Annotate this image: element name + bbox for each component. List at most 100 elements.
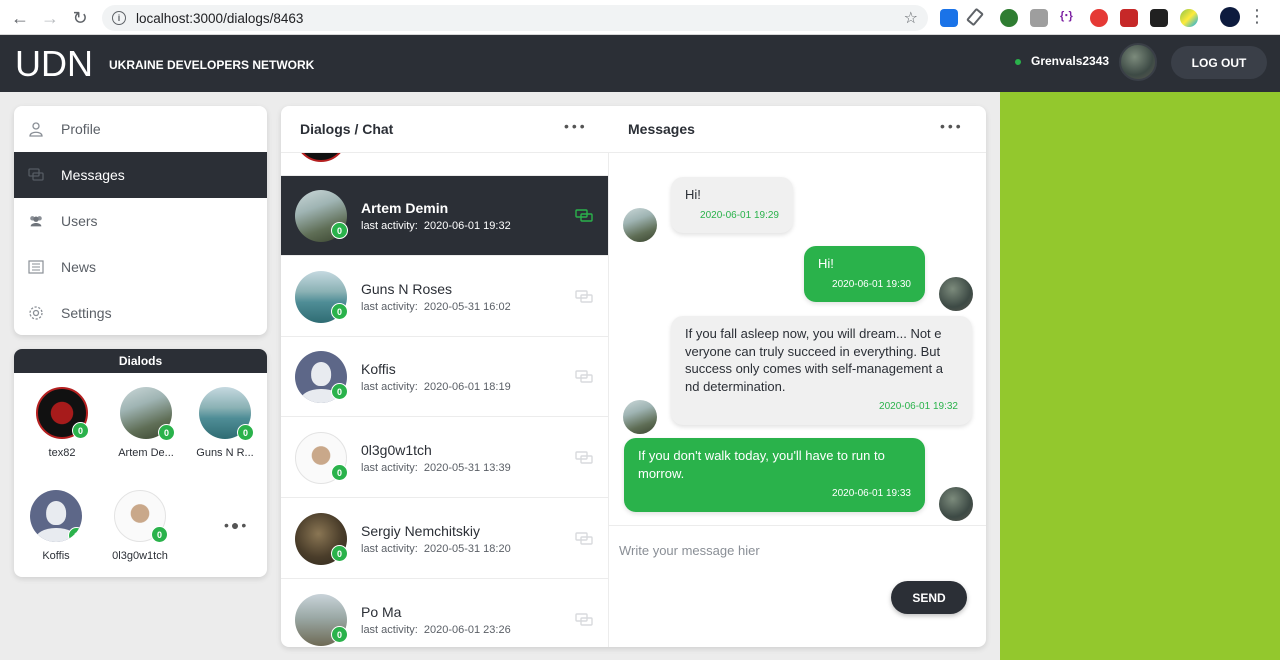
messages-icon bbox=[28, 167, 44, 183]
messages-menu-icon[interactable]: ••• bbox=[940, 118, 964, 134]
dialog-list-item[interactable] bbox=[281, 153, 608, 176]
dialog-shortcut[interactable]: 0 tex82 bbox=[20, 387, 104, 459]
site-info-icon[interactable]: i bbox=[112, 11, 126, 25]
message-bubble: Hi! 2020-06-01 19:29 bbox=[671, 177, 793, 233]
extension-red-grid-icon[interactable] bbox=[1120, 9, 1138, 27]
dialog-shortcut-name: Artem De... bbox=[118, 447, 174, 459]
dialog-shortcut[interactable]: 0 0l3g0w1tch bbox=[98, 490, 182, 562]
dialog-shortcut-name: Guns N R... bbox=[196, 447, 254, 459]
avatar: 0 bbox=[120, 387, 175, 441]
profile-avatar-icon[interactable] bbox=[1220, 7, 1240, 27]
dialog-shortcut[interactable]: 0 Koffis bbox=[14, 490, 98, 562]
reload-icon[interactable]: ↻ bbox=[65, 3, 95, 33]
message-time: 2020-06-01 19:33 bbox=[832, 488, 911, 499]
browser-menu-icon[interactable]: ⋮ bbox=[1248, 7, 1266, 25]
chat-bubbles-icon bbox=[575, 290, 593, 303]
sidebar-item-label: Profile bbox=[61, 121, 101, 137]
extension-translate-icon[interactable] bbox=[940, 9, 958, 27]
current-username[interactable]: Grenvals2343 bbox=[1031, 54, 1109, 68]
sidebar-item-users[interactable]: Users bbox=[14, 198, 267, 244]
dialog-name: Sergiy Nemchitskiy bbox=[361, 523, 481, 539]
unread-badge: 0 bbox=[151, 526, 168, 543]
message-time: 2020-06-01 19:32 bbox=[879, 401, 958, 412]
my-avatar bbox=[939, 487, 973, 521]
browser-toolbar: ← → ↻ i localhost:3000/dialogs/8463 ☆ {⋅… bbox=[0, 0, 1280, 35]
current-user-avatar[interactable] bbox=[1119, 43, 1157, 81]
dialog-list-item[interactable]: 0 Guns N Roses last activity: 2020-05-31 … bbox=[281, 257, 608, 337]
chat-bubbles-icon bbox=[575, 451, 593, 464]
extension-green-icon[interactable] bbox=[1000, 9, 1018, 27]
dialog-name: Koffis bbox=[361, 361, 396, 377]
sender-avatar bbox=[623, 400, 657, 434]
chat-bubbles-icon bbox=[575, 370, 593, 383]
sidebar-item-profile[interactable]: Profile bbox=[14, 106, 267, 152]
messages-title: Messages bbox=[628, 121, 695, 137]
extension-colorful-icon[interactable] bbox=[1180, 9, 1198, 27]
dialog-list-item[interactable]: 0 Po Ma last activity: 2020-06-01 23:26 bbox=[281, 580, 608, 647]
chat-bubbles-icon bbox=[575, 613, 593, 626]
dialog-name: Guns N Roses bbox=[361, 281, 453, 297]
dialogs-widget-title: Dialods bbox=[14, 349, 267, 373]
dialog-list-item[interactable]: 0 Sergiy Nemchitskiy last activity: 2020-… bbox=[281, 499, 608, 579]
avatar: 0 bbox=[36, 387, 89, 439]
app-header: UDN UKRAINE DEVELOPERS NETWORK Grenvals2… bbox=[0, 35, 1280, 92]
online-status-dot bbox=[1015, 59, 1021, 65]
avatar: 0 bbox=[114, 490, 168, 543]
chat-bubbles-icon bbox=[575, 209, 593, 222]
message-bubble: If you don't walk today, you'll have to … bbox=[624, 438, 925, 512]
avatar: 0 bbox=[30, 490, 82, 542]
url-text: localhost:3000/dialogs/8463 bbox=[136, 10, 304, 26]
divider bbox=[609, 525, 986, 526]
logo[interactable]: UDN bbox=[15, 43, 93, 85]
avatar bbox=[295, 153, 347, 162]
extension-play-icon[interactable] bbox=[1150, 9, 1168, 27]
sidebar-item-label: Messages bbox=[61, 167, 125, 183]
unread-badge: 0 bbox=[331, 303, 348, 320]
dialog-name: 0l3g0w1tch bbox=[361, 442, 432, 458]
unread-badge: 0 bbox=[331, 222, 348, 239]
my-avatar bbox=[939, 277, 973, 311]
message-time: 2020-06-01 19:29 bbox=[700, 209, 779, 221]
dialog-name: Po Ma bbox=[361, 604, 402, 620]
logout-button[interactable]: LOG OUT bbox=[1171, 46, 1267, 79]
sidebar-item-news[interactable]: News bbox=[14, 244, 267, 290]
sidebar-item-label: Users bbox=[61, 213, 98, 229]
unread-badge: 0 bbox=[72, 422, 89, 439]
chat-bubbles-icon bbox=[575, 532, 593, 545]
dialog-shortcut-name: 0l3g0w1tch bbox=[112, 550, 168, 562]
chat-panel: Dialogs / Chat ••• Messages ••• 0 Artem … bbox=[281, 106, 986, 647]
sidebar-item-messages[interactable]: Messages bbox=[14, 152, 267, 198]
dialog-shortcut-name: Koffis bbox=[42, 550, 70, 562]
dialog-list[interactable]: 0 Artem Demin last activity: 2020-06-01 1… bbox=[281, 153, 608, 647]
logo-subtitle: UKRAINE DEVELOPERS NETWORK bbox=[109, 58, 315, 72]
sidebar-item-label: News bbox=[61, 259, 97, 275]
extension-red-play-icon[interactable] bbox=[1090, 9, 1108, 27]
more-dialogs-icon[interactable]: •●• bbox=[224, 517, 248, 533]
bookmark-star-icon[interactable]: ☆ bbox=[904, 8, 918, 28]
extension-eyedropper-icon[interactable] bbox=[966, 7, 984, 27]
extension-puzzle-icon[interactable] bbox=[1030, 9, 1048, 27]
dialog-shortcut[interactable]: 0 Guns N R... bbox=[183, 387, 267, 459]
forward-icon[interactable]: → bbox=[35, 3, 65, 33]
extension-json-icon[interactable]: {⋅} bbox=[1060, 9, 1078, 27]
message-time: 2020-06-01 19:30 bbox=[832, 278, 911, 290]
unread-badge: 0 bbox=[237, 424, 254, 441]
dialog-name: Artem Demin bbox=[361, 200, 449, 216]
dialog-list-item[interactable]: 0 Artem Demin last activity: 2020-06-01 1… bbox=[281, 176, 608, 256]
unread-badge: 0 bbox=[158, 424, 175, 441]
sidebar-item-label: Settings bbox=[61, 305, 112, 321]
dialog-activity: last activity: 2020-05-31 16:02 bbox=[361, 301, 511, 313]
unread-badge: 0 bbox=[331, 464, 348, 481]
sidebar-item-settings[interactable]: Settings bbox=[14, 290, 267, 335]
back-icon[interactable]: ← bbox=[5, 3, 35, 33]
dialog-shortcut[interactable]: 0 Artem De... bbox=[104, 387, 188, 459]
address-bar[interactable]: i localhost:3000/dialogs/8463 ☆ bbox=[102, 5, 928, 31]
message-input[interactable] bbox=[619, 536, 974, 564]
message-text: If you don't walk today, you'll have to … bbox=[638, 448, 885, 481]
dialog-list-item[interactable]: 0 0l3g0w1tch last activity: 2020-05-31 13… bbox=[281, 418, 608, 498]
dialog-activity: last activity: 2020-06-01 23:26 bbox=[361, 624, 511, 636]
dialogs-menu-icon[interactable]: ••• bbox=[564, 118, 588, 134]
unread-badge: 0 bbox=[331, 383, 348, 400]
send-button[interactable]: SEND bbox=[891, 581, 967, 614]
dialog-list-item[interactable]: 0 Koffis last activity: 2020-06-01 18:19 bbox=[281, 337, 608, 417]
